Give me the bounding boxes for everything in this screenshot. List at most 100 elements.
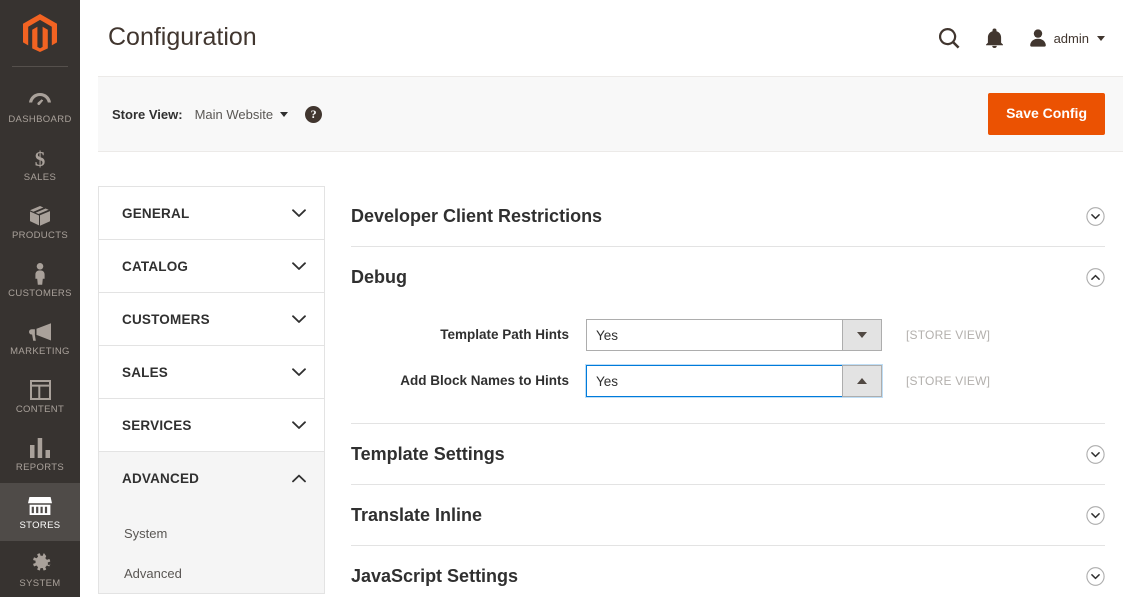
field-label: Template Path Hints: [351, 327, 586, 343]
fieldset-title: Developer Client Restrictions: [351, 207, 602, 225]
field-template-path-hints: Template Path Hints Yes [STORE VIEW]: [351, 319, 1105, 351]
search-icon[interactable]: [939, 28, 960, 49]
config-nav-label: GENERAL: [122, 206, 189, 221]
scope-label: [STORE VIEW]: [906, 374, 990, 388]
sidebar-item-label: SALES: [24, 173, 56, 183]
fieldset-header[interactable]: Template Settings: [351, 424, 1105, 484]
sidebar-item-system[interactable]: SYSTEM: [0, 541, 80, 597]
help-question-icon[interactable]: ?: [305, 106, 322, 123]
sidebar-item-reports[interactable]: REPORTS: [0, 425, 80, 483]
fieldset-title: Template Settings: [351, 445, 505, 463]
chevron-down-icon: [292, 262, 306, 271]
config-section-catalog: CATALOG: [99, 240, 324, 293]
config-section-customers: CUSTOMERS: [99, 293, 324, 346]
fieldset-javascript-settings: JavaScript Settings: [351, 546, 1105, 597]
config-subnav-item-system[interactable]: System: [99, 514, 324, 554]
fieldset-translate-inline: Translate Inline: [351, 485, 1105, 546]
chevron-up-icon: [292, 474, 306, 483]
gear-icon: [30, 552, 51, 576]
config-section-general: GENERAL: [99, 187, 324, 240]
config-section-sales: SALES: [99, 346, 324, 399]
chevron-down-circle-icon[interactable]: [1086, 506, 1105, 525]
main-pane: Configuration admin Store View:: [80, 0, 1123, 597]
store-view-switcher[interactable]: Main Website: [195, 107, 289, 122]
bar-chart-icon: [30, 436, 50, 460]
chevron-down-icon: [1097, 36, 1105, 41]
svg-text:$: $: [35, 147, 46, 169]
triangle-up-icon: [857, 378, 867, 384]
sidebar-item-dashboard[interactable]: DASHBOARD: [0, 77, 80, 135]
fieldset-header[interactable]: JavaScript Settings: [351, 546, 1105, 597]
dollar-icon: $: [33, 146, 47, 170]
field-label: Add Block Names to Hints: [351, 373, 586, 389]
triangle-down-icon: [857, 332, 867, 338]
select-arrow-button[interactable]: [842, 319, 882, 351]
chevron-down-circle-icon[interactable]: [1086, 445, 1105, 464]
sidebar-item-label: MARKETING: [10, 347, 70, 357]
chevron-down-icon: [292, 209, 306, 218]
fieldset-debug: Debug Template Path Hints Yes: [351, 247, 1105, 424]
configuration-body: GENERAL CATALOG: [98, 152, 1123, 597]
config-nav-item-catalog[interactable]: CATALOG: [99, 240, 324, 292]
fieldset-template-settings: Template Settings: [351, 424, 1105, 485]
config-subnav-item-advanced[interactable]: Advanced: [99, 554, 324, 594]
chevron-down-icon: [292, 368, 306, 377]
field-add-block-names-to-hints: Add Block Names to Hints Yes [STORE VIEW…: [351, 365, 1105, 397]
box-icon: [29, 204, 51, 228]
fieldset-header[interactable]: Translate Inline: [351, 485, 1105, 545]
sidebar-item-label: CUSTOMERS: [8, 289, 72, 299]
config-main: Developer Client Restrictions Debug: [351, 186, 1105, 597]
fieldset-title: Debug: [351, 268, 407, 286]
page-title: Configuration: [108, 25, 257, 52]
config-section-advanced: ADVANCED System Advanced: [99, 452, 324, 593]
store-view-value: Main Website: [195, 107, 274, 122]
sidebar-item-marketing[interactable]: MARKETING: [0, 309, 80, 367]
config-nav-label: ADVANCED: [122, 471, 199, 486]
chevron-down-circle-icon[interactable]: [1086, 567, 1105, 586]
select-arrow-button[interactable]: [842, 365, 882, 397]
admin-user-label: admin: [1054, 31, 1089, 46]
sidebar-divider: [12, 66, 68, 67]
chevron-up-circle-icon[interactable]: [1086, 268, 1105, 287]
sidebar-item-customers[interactable]: CUSTOMERS: [0, 251, 80, 309]
config-nav: GENERAL CATALOG: [98, 186, 325, 594]
config-nav-label: CATALOG: [122, 259, 188, 274]
fieldset-title: JavaScript Settings: [351, 567, 518, 585]
header-actions: admin: [939, 28, 1105, 49]
sidebar-item-label: SYSTEM: [19, 579, 60, 589]
magento-logo[interactable]: [0, 0, 80, 66]
config-subnav-advanced: System Advanced: [99, 504, 324, 593]
select-value: Yes: [587, 374, 618, 389]
config-nav-item-sales[interactable]: SALES: [99, 346, 324, 398]
chevron-down-icon: [292, 421, 306, 430]
config-nav-item-services[interactable]: SERVICES: [99, 399, 324, 451]
fieldset-header[interactable]: Developer Client Restrictions: [351, 186, 1105, 246]
select-value: Yes: [587, 328, 618, 343]
sidebar-item-label: CONTENT: [16, 405, 64, 415]
config-nav-item-advanced[interactable]: ADVANCED: [99, 452, 324, 504]
save-config-button[interactable]: Save Config: [988, 93, 1105, 134]
config-nav-label: SALES: [122, 365, 168, 380]
store-view-bar: Store View: Main Website ? Save Config: [98, 76, 1123, 152]
config-nav-item-general[interactable]: GENERAL: [99, 187, 324, 239]
sidebar-item-label: REPORTS: [16, 463, 64, 473]
chevron-down-circle-icon[interactable]: [1086, 207, 1105, 226]
sidebar-item-content[interactable]: CONTENT: [0, 367, 80, 425]
add-block-names-to-hints-select[interactable]: Yes: [586, 365, 882, 397]
dashboard-icon: [29, 88, 51, 112]
fieldset-header[interactable]: Debug: [351, 247, 1105, 307]
fieldset-title: Translate Inline: [351, 506, 482, 524]
template-path-hints-select[interactable]: Yes: [586, 319, 882, 351]
bell-icon[interactable]: [986, 28, 1003, 48]
admin-user-menu[interactable]: admin: [1029, 29, 1105, 47]
admin-sidebar: DASHBOARD $ SALES PRODUCTS CUSTOMERS MAR…: [0, 0, 80, 597]
config-nav-item-customers[interactable]: CUSTOMERS: [99, 293, 324, 345]
sidebar-item-products[interactable]: PRODUCTS: [0, 193, 80, 251]
sidebar-item-label: STORES: [20, 521, 61, 531]
layout-icon: [30, 378, 51, 402]
sidebar-item-stores[interactable]: STORES: [0, 483, 80, 541]
fieldset-body: Template Path Hints Yes [STORE VIEW] Add…: [351, 307, 1105, 423]
sidebar-item-sales[interactable]: $ SALES: [0, 135, 80, 193]
megaphone-icon: [29, 320, 52, 344]
scope-label: [STORE VIEW]: [906, 328, 990, 342]
